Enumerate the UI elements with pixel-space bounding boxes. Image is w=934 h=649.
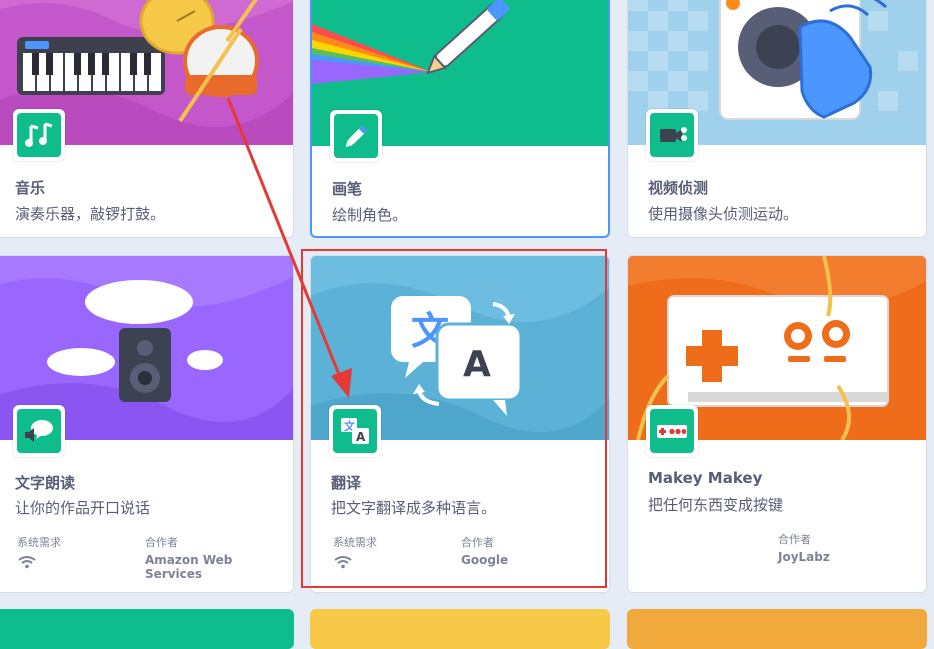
wifi-icon — [334, 556, 352, 569]
makey-board-icon — [657, 425, 687, 438]
card-title: Makey Makey — [648, 469, 763, 487]
video-camera-icon — [660, 127, 687, 142]
pen-icon-tile — [330, 110, 382, 162]
svg-text:A: A — [463, 344, 491, 385]
extension-card-next-row-1[interactable] — [0, 609, 294, 649]
extension-card-next-row-3[interactable] — [627, 609, 927, 649]
card-description: 演奏乐器，敲锣打鼓。 — [15, 205, 166, 223]
card-description: 把文字翻译成多种语言。 — [331, 499, 497, 517]
extension-card-video-sensing[interactable]: 视频侦测 使用摄像头侦测运动。 — [627, 0, 927, 238]
card-title: 视频侦测 — [648, 179, 709, 197]
music-icon-tile — [13, 109, 65, 161]
extension-card-next-row-2[interactable] — [310, 609, 610, 649]
svg-text:A: A — [356, 430, 366, 444]
card-title: 翻译 — [331, 474, 362, 492]
collaborator-label: 合作者 — [778, 533, 811, 546]
extension-card-text-to-speech[interactable]: 文字朗读 让你的作品开口说话 系统需求 合作者 Amazon Web Servi… — [0, 255, 294, 593]
speech-bubble-icon — [25, 420, 53, 442]
card-description: 绘制角色。 — [332, 206, 408, 224]
card-description: 把任何东西变成按键 — [648, 496, 784, 514]
collaborator-name: JoyLabz — [778, 550, 830, 564]
collaborator-name: Amazon Web Services — [145, 553, 233, 581]
translate-icon-tile: 文 A — [329, 405, 381, 457]
collaborator-label: 合作者 — [461, 536, 494, 549]
card-description: 让你的作品开口说话 — [15, 499, 151, 517]
wifi-icon — [18, 556, 36, 569]
requirements-label: 系统需求 — [17, 536, 61, 549]
pen-icon — [345, 125, 368, 147]
tts-icon-tile — [13, 405, 65, 457]
requirements-label: 系统需求 — [333, 536, 377, 549]
card-title: 画笔 — [332, 180, 363, 198]
extension-card-music[interactable]: 音乐 演奏乐器，敲锣打鼓。 — [0, 0, 294, 238]
extension-card-translate[interactable]: 文 A 文 A 翻译 把文字翻译成多种语言。 系统需求 合作者 Google — [310, 255, 610, 593]
extension-card-makey-makey[interactable]: Makey Makey 把任何东西变成按键 合作者 JoyLabz — [627, 255, 927, 593]
card-title: 音乐 — [15, 179, 46, 197]
card-title: 文字朗读 — [15, 474, 76, 492]
collaborator-name: Google — [461, 553, 509, 567]
makey-icon-tile — [646, 405, 698, 457]
card-description: 使用摄像头侦测运动。 — [648, 205, 799, 223]
music-notes-icon — [25, 122, 53, 147]
translate-icon: 文 A — [341, 418, 369, 444]
video-icon-tile — [646, 109, 698, 161]
collaborator-label: 合作者 — [145, 536, 178, 549]
extension-card-pen[interactable]: 画笔 绘制角色。 — [310, 0, 610, 238]
